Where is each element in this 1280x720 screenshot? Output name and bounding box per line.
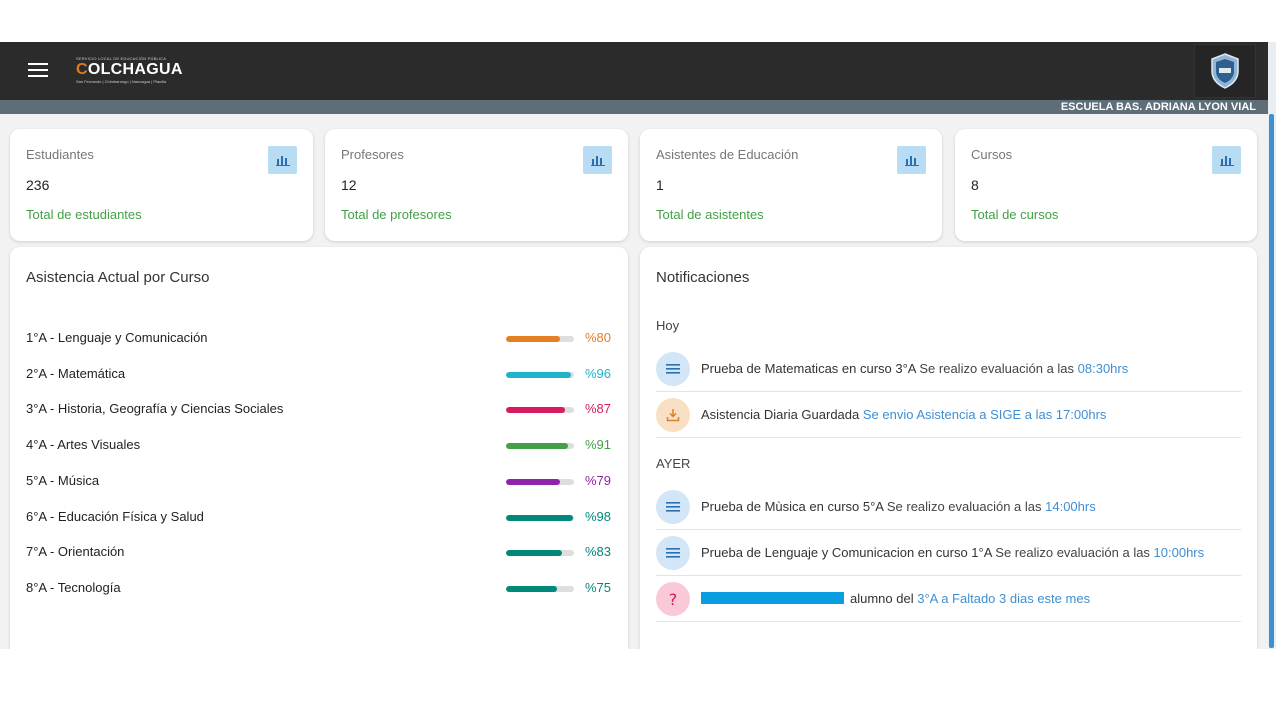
notification-item[interactable]: Prueba de Mùsica en curso 5°A Se realizo… (656, 484, 1241, 530)
course-name: 3°A - Historia, Geografía y Ciencias Soc… (26, 401, 284, 416)
course-row: 4°A - Artes Visuales %91 (26, 435, 612, 455)
progress-fill (506, 515, 573, 521)
notification-text: alumno del 3°A a Faltado 3 dias este mes (701, 591, 1090, 606)
bar-chart-icon[interactable] (268, 146, 297, 174)
download-icon (656, 398, 690, 432)
notification-item[interactable]: Prueba de Matematicas en curso 3°A Se re… (656, 346, 1241, 392)
course-name: 1°A - Lenguaje y Comunicación (26, 330, 208, 345)
course-name: 7°A - Orientación (26, 544, 125, 559)
stat-value: 1 (656, 177, 664, 193)
redacted-name (701, 592, 844, 604)
stat-total: Total de asistentes (656, 207, 764, 222)
notification-item[interactable]: ? alumno del 3°A a Faltado 3 dias este m… (656, 576, 1241, 622)
progress-track (506, 443, 574, 449)
progress-track (506, 550, 574, 556)
section-label-today: Hoy (656, 318, 680, 333)
course-row: 7°A - Orientación %83 (26, 542, 612, 562)
stat-total: Total de cursos (971, 207, 1059, 222)
notification-link[interactable]: Se envio Asistencia a SIGE a las 17:00hr… (863, 407, 1107, 422)
app-frame: SERVICIO LOCAL DE EDUCACIÓN PÚBLICA COLC… (0, 42, 1272, 649)
progress-track (506, 372, 574, 378)
scrollbar-thumb[interactable] (1269, 114, 1274, 648)
logo-sub-text: San Fernando | Chimbarongo | Nancagua | … (76, 79, 167, 84)
stat-label: Cursos (971, 147, 1013, 162)
notification-link[interactable]: 3°A a Faltado 3 dias este mes (917, 591, 1090, 606)
attendance-percent: %98 (585, 509, 612, 524)
stat-card-students: Estudiantes 236 Total de estudiantes (10, 129, 313, 241)
progress-track (506, 407, 574, 413)
stat-card-teachers: Profesores 12 Total de profesores (325, 129, 628, 241)
notification-link[interactable]: 14:00hrs (1045, 499, 1096, 514)
attendance-percent: %96 (585, 366, 612, 381)
notification-text: Prueba de Lenguaje y Comunicacion en cur… (701, 545, 1205, 560)
scrollbar[interactable] (1268, 42, 1276, 649)
stat-total: Total de profesores (341, 207, 452, 222)
course-name: 6°A - Educación Física y Salud (26, 509, 204, 524)
top-bar: SERVICIO LOCAL DE EDUCACIÓN PÚBLICA COLC… (0, 42, 1272, 100)
progress-track (506, 479, 574, 485)
help-icon: ? (656, 582, 690, 616)
colchagua-logo: SERVICIO LOCAL DE EDUCACIÓN PÚBLICA COLC… (76, 56, 206, 86)
list-icon (656, 352, 690, 386)
course-name: 2°A - Matemática (26, 366, 126, 381)
stat-label: Asistentes de Educación (656, 147, 799, 162)
notification-item[interactable]: Prueba de Lenguaje y Comunicacion en cur… (656, 530, 1241, 576)
attendance-percent: %80 (585, 330, 612, 345)
school-crest-icon[interactable] (1194, 44, 1256, 98)
progress-fill (506, 550, 563, 556)
course-row: 1°A - Lenguaje y Comunicación %80 (26, 328, 612, 348)
notification-item[interactable]: Asistencia Diaria Guardada Se envio Asis… (656, 392, 1241, 438)
bar-chart-icon[interactable] (583, 146, 612, 174)
progress-fill (506, 372, 572, 378)
stat-label: Estudiantes (26, 147, 94, 162)
attendance-percent: %79 (585, 473, 612, 488)
school-name: ESCUELA BAS. ADRIANA LYON VIAL (1060, 101, 1256, 113)
notification-text: Prueba de Matematicas en curso 3°A Se re… (701, 361, 1129, 376)
progress-track (506, 586, 574, 592)
bar-chart-icon[interactable] (897, 146, 926, 174)
list-icon (656, 490, 690, 524)
course-name: 5°A - Música (26, 473, 100, 488)
notification-link[interactable]: 08:30hrs (1078, 361, 1129, 376)
stat-value: 12 (341, 177, 357, 193)
progress-fill (506, 479, 560, 485)
stat-value: 236 (26, 177, 50, 193)
course-row: 3°A - Historia, Geografía y Ciencias Soc… (26, 399, 612, 419)
stat-label: Profesores (341, 147, 404, 162)
course-row: 2°A - Matemática %96 (26, 364, 612, 384)
stat-card-assistants: Asistentes de Educación 1 Total de asist… (640, 129, 942, 241)
bar-chart-icon[interactable] (1212, 146, 1241, 174)
notifications-title: Notificaciones (656, 269, 750, 286)
stat-total: Total de estudiantes (26, 207, 142, 222)
notifications-panel: Notificaciones Hoy Prueba de Matematicas… (640, 247, 1257, 649)
progress-fill (506, 407, 566, 413)
list-icon (656, 536, 690, 570)
progress-fill (506, 443, 568, 449)
progress-fill (506, 586, 557, 592)
course-name: 8°A - Tecnología (26, 580, 121, 595)
attendance-title: Asistencia Actual por Curso (26, 269, 210, 286)
attendance-percent: %75 (585, 580, 612, 595)
stat-card-courses: Cursos 8 Total de cursos (955, 129, 1257, 241)
progress-track (506, 515, 574, 521)
section-label-yesterday: AYER (656, 456, 691, 471)
course-row: 6°A - Educación Física y Salud %98 (26, 507, 612, 527)
attendance-percent: %83 (585, 544, 612, 559)
progress-track (506, 336, 574, 342)
stat-value: 8 (971, 177, 979, 193)
logo-main-text: COLCHAGUA (76, 61, 183, 78)
attendance-percent: %87 (585, 401, 612, 416)
notification-link[interactable]: 10:00hrs (1154, 545, 1205, 560)
attendance-percent: %91 (585, 437, 612, 452)
course-row: 8°A - Tecnología %75 (26, 578, 612, 598)
notification-text: Asistencia Diaria Guardada Se envio Asis… (701, 407, 1107, 422)
notification-text: Prueba de Mùsica en curso 5°A Se realizo… (701, 499, 1096, 514)
school-bar: ESCUELA BAS. ADRIANA LYON VIAL (0, 100, 1272, 114)
attendance-panel: Asistencia Actual por Curso 1°A - Lengua… (10, 247, 628, 649)
course-name: 4°A - Artes Visuales (26, 437, 141, 452)
progress-fill (506, 336, 561, 342)
course-row: 5°A - Música %79 (26, 471, 612, 491)
hamburger-menu-icon[interactable] (28, 63, 48, 79)
